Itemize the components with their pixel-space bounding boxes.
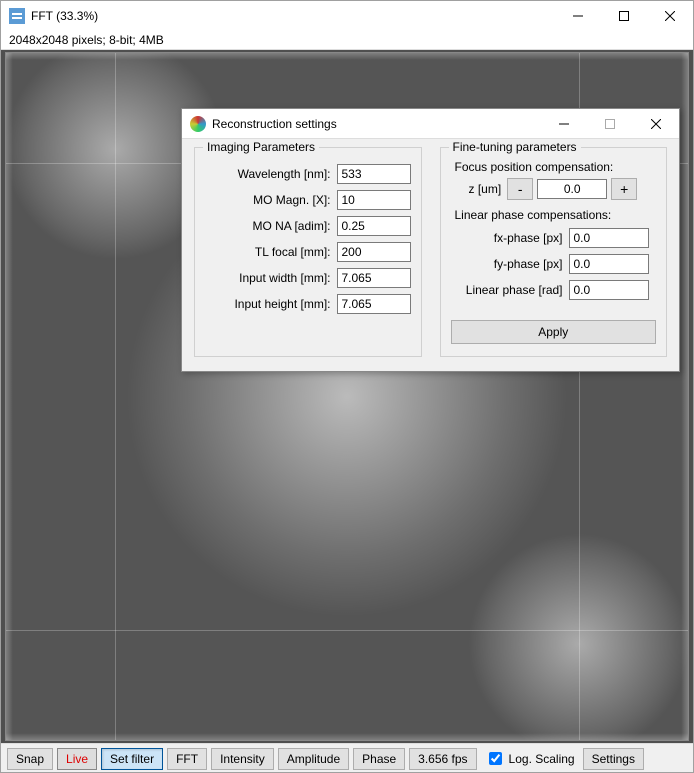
window-title: FFT (33.3%) (31, 9, 555, 23)
mo-na-field[interactable] (337, 216, 411, 236)
mo-na-label: MO NA [adim]: (205, 219, 331, 233)
log-scaling-wrapper[interactable]: Log. Scaling (485, 749, 575, 768)
input-height-field[interactable] (337, 294, 411, 314)
log-scaling-checkbox[interactable] (489, 752, 502, 765)
fy-field[interactable] (569, 254, 649, 274)
dialog-close-button[interactable] (633, 109, 679, 139)
snap-button[interactable]: Snap (7, 748, 53, 770)
focus-comp-label: Focus position compensation: (455, 160, 657, 174)
input-width-label: Input width [mm]: (205, 271, 331, 285)
phase-button[interactable]: Phase (353, 748, 405, 770)
dialog-title: Reconstruction settings (212, 117, 541, 131)
titlebar[interactable]: FFT (33.3%) (1, 1, 693, 31)
intensity-button[interactable]: Intensity (211, 748, 274, 770)
wavelength-field[interactable] (337, 164, 411, 184)
z-decrement-button[interactable]: - (507, 178, 533, 200)
input-width-field[interactable] (337, 268, 411, 288)
live-button[interactable]: Live (57, 748, 97, 770)
lphase-label: Linear phase [rad] (451, 283, 563, 297)
input-height-label: Input height [mm]: (205, 297, 331, 311)
set-filter-button[interactable]: Set filter (101, 748, 163, 770)
app-icon (9, 8, 25, 24)
fy-label: fy-phase [px] (451, 257, 563, 271)
fps-readout: 3.656 fps (409, 748, 476, 770)
maximize-button[interactable] (601, 1, 647, 31)
minimize-button[interactable] (555, 1, 601, 31)
mo-magn-field[interactable] (337, 190, 411, 210)
linear-comp-label: Linear phase compensations: (455, 208, 657, 222)
tuning-group-title: Fine-tuning parameters (449, 140, 581, 154)
log-scaling-label: Log. Scaling (509, 752, 575, 766)
z-label: z [um] (469, 182, 502, 196)
fx-field[interactable] (569, 228, 649, 248)
reconstruction-settings-dialog[interactable]: Reconstruction settings Imaging Paramete… (181, 108, 680, 372)
dialog-minimize-button[interactable] (541, 109, 587, 139)
tl-focal-field[interactable] (337, 242, 411, 262)
fft-canvas[interactable]: Reconstruction settings Imaging Paramete… (1, 50, 693, 743)
mo-magn-label: MO Magn. [X]: (205, 193, 331, 207)
dialog-titlebar[interactable]: Reconstruction settings (182, 109, 679, 139)
imaging-group-title: Imaging Parameters (203, 140, 319, 154)
dialog-icon (190, 116, 206, 132)
lphase-field[interactable] (569, 280, 649, 300)
z-increment-button[interactable]: + (611, 178, 637, 200)
wavelength-label: Wavelength [nm]: (205, 167, 331, 181)
bottom-toolbar: Snap Live Set filter FFT Intensity Ampli… (1, 743, 693, 773)
dialog-maximize-button (587, 109, 633, 139)
close-button[interactable] (647, 1, 693, 31)
settings-button[interactable]: Settings (583, 748, 644, 770)
amplitude-button[interactable]: Amplitude (278, 748, 349, 770)
fx-label: fx-phase [px] (451, 231, 563, 245)
tl-focal-label: TL focal [mm]: (205, 245, 331, 259)
imaging-parameters-group: Imaging Parameters Wavelength [nm]: MO M… (194, 147, 422, 357)
image-info: 2048x2048 pixels; 8-bit; 4MB (1, 31, 693, 50)
fft-button[interactable]: FFT (167, 748, 207, 770)
main-window: FFT (33.3%) 2048x2048 pixels; 8-bit; 4MB… (0, 0, 694, 773)
apply-button[interactable]: Apply (451, 320, 657, 344)
fine-tuning-group: Fine-tuning parameters Focus position co… (440, 147, 668, 357)
z-field[interactable] (537, 179, 607, 199)
